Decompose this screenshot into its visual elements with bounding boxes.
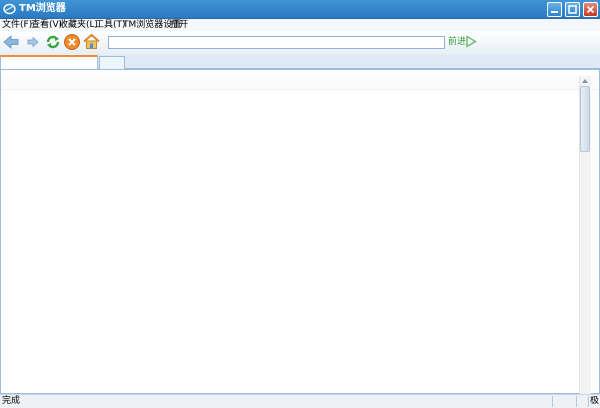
menu-open[interactable]: 打开 <box>170 19 188 31</box>
browser-app-icon <box>3 3 16 15</box>
forward-icon[interactable] <box>26 33 40 51</box>
status-divider <box>588 396 589 407</box>
address-bar-input[interactable] <box>108 36 445 49</box>
maximize-icon <box>568 5 577 14</box>
refresh-icon[interactable] <box>44 33 62 51</box>
window-title: TM浏览器 <box>19 3 66 14</box>
menu-file[interactable]: 文件(F) <box>2 19 32 31</box>
status-zoom-text: 极 <box>590 396 600 406</box>
new-tab-button[interactable] <box>99 56 125 70</box>
minimize-icon <box>551 11 558 13</box>
menu-view[interactable]: 查看(V) <box>31 19 62 31</box>
maximize-button[interactable] <box>565 2 580 17</box>
tab-active[interactable] <box>0 55 98 70</box>
go-button-label[interactable]: 前进 <box>448 36 466 48</box>
menu-bar: 文件(F) 查看(V) 收藏夹(L) 工具(T) TM浏览器设置 打开 <box>0 19 600 31</box>
close-icon <box>586 5 595 14</box>
status-bar <box>0 394 600 408</box>
stop-icon[interactable] <box>63 33 81 51</box>
status-divider <box>552 396 553 407</box>
play-arrow-icon[interactable] <box>465 35 477 48</box>
scroll-up-arrow-icon[interactable] <box>581 78 589 84</box>
home-icon[interactable] <box>82 32 101 51</box>
minimize-button[interactable] <box>547 2 562 17</box>
close-button[interactable] <box>583 2 598 17</box>
back-icon[interactable] <box>2 33 20 51</box>
scrollbar-thumb[interactable] <box>580 86 590 152</box>
menu-favorites[interactable]: 收藏夹(L) <box>59 19 98 31</box>
menu-tools[interactable]: 工具(T) <box>95 19 126 31</box>
web-content-area[interactable] <box>0 69 600 394</box>
status-divider <box>576 396 577 407</box>
content-header-strip <box>1 75 598 90</box>
title-bar[interactable]: TM浏览器 <box>0 0 600 19</box>
status-text: 完成 <box>2 396 21 406</box>
